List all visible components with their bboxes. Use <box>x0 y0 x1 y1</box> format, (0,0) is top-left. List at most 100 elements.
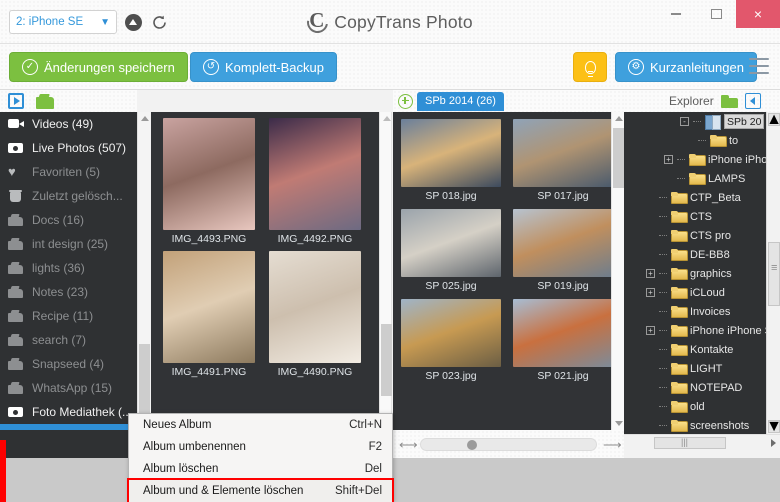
tree-node[interactable]: CTP_Beta <box>624 188 766 207</box>
sidebar-item-from-pc-25[interactable]: from PC (25) <box>0 424 137 430</box>
tree-node[interactable]: + iCLoud <box>624 283 766 302</box>
context-menu-item[interactable]: Album umbenennen F2 <box>129 436 392 458</box>
album-grid-scrollbar[interactable] <box>611 112 624 430</box>
album-context-menu[interactable]: Neues Album Ctrl+N Album umbenennen F2 Album… <box>127 413 394 502</box>
tree-expander[interactable]: - <box>680 117 689 126</box>
eject-device-button[interactable] <box>123 12 143 32</box>
sidebar-item-search-7[interactable]: search (7) <box>0 328 137 352</box>
context-menu-item[interactable]: Neues Album Ctrl+N <box>129 414 392 436</box>
album-photo-grid[interactable]: SP 018.jpg SP 017.jpg SP 025.jpg SP 019.jpg… <box>393 112 611 430</box>
scroll-down-icon[interactable]: ▼ <box>766 418 780 435</box>
scroll-right-icon[interactable] <box>771 439 776 447</box>
shrink-arrows-icon[interactable]: ⟷ <box>399 437 418 452</box>
hamburger-menu-button[interactable] <box>749 58 769 74</box>
plus-circle-icon[interactable] <box>398 93 413 109</box>
photo-cell[interactable]: SP 021.jpg <box>513 299 611 382</box>
tree-node[interactable]: LAMPS <box>624 169 766 188</box>
sidebar-item-favoriten-5[interactable]: ♥ Favoriten (5) <box>0 160 137 184</box>
sidebar-item-live-photos-507[interactable]: Live Photos (507) <box>0 136 137 160</box>
tree-node[interactable]: LIGHT <box>624 359 766 378</box>
scroll-up-icon[interactable] <box>383 116 391 121</box>
sidebar-item-notes-23[interactable]: Notes (23) <box>0 280 137 304</box>
photo-thumbnail[interactable] <box>269 118 361 230</box>
tree-expander[interactable]: + <box>664 155 673 164</box>
scrollbar-thumb[interactable] <box>613 128 624 188</box>
explorer-file-tree[interactable]: - SPb 20 to + iPhone iPhone SE LAMPS CTP_Beta C… <box>624 112 766 434</box>
tree-expander[interactable]: + <box>646 269 655 278</box>
left-grid-scrollbar[interactable] <box>379 112 392 430</box>
collapse-left-icon[interactable] <box>744 93 761 109</box>
device-selector[interactable]: 2: iPhone SE ▼ <box>9 10 117 34</box>
sidebar-item-foto-mediathek[interactable]: Foto Mediathek (... <box>0 400 137 424</box>
photo-thumbnail[interactable] <box>513 209 611 277</box>
photo-thumbnail[interactable] <box>163 118 255 230</box>
tree-node[interactable]: Kontakte <box>624 340 766 359</box>
scrollbar-thumb[interactable] <box>381 324 392 396</box>
zoom-slider-knob[interactable] <box>466 440 477 450</box>
folder-green-icon[interactable] <box>720 94 738 108</box>
sidebar-list[interactable]: Videos (49) Live Photos (507) ♥ Favoriten (… <box>0 112 137 430</box>
photo-thumbnail[interactable] <box>401 299 501 367</box>
tree-node[interactable]: + iPhone iPhone SE <box>624 150 766 169</box>
scroll-up-icon[interactable]: ▲ <box>766 111 780 128</box>
expand-arrows-icon[interactable]: ⟶ <box>603 437 622 452</box>
zoom-slider[interactable] <box>420 437 597 451</box>
tree-node[interactable]: screenshots <box>624 416 766 434</box>
sidebar-item-videos-49[interactable]: Videos (49) <box>0 112 137 136</box>
sidebar-item-zuletzt-gel-sch[interactable]: Zuletzt gelösch... <box>0 184 137 208</box>
tree-row-root[interactable]: - SPb 20 <box>624 112 766 131</box>
tree-node[interactable]: Invoices <box>624 302 766 321</box>
tree-node[interactable]: DE-BB8 <box>624 245 766 264</box>
tree-expander[interactable]: + <box>646 288 655 297</box>
photo-cell[interactable]: SP 018.jpg <box>401 119 501 202</box>
tree-node[interactable]: old <box>624 397 766 416</box>
photo-cell[interactable]: IMG_4492.PNG <box>269 118 361 245</box>
photo-cell[interactable]: SP 019.jpg <box>513 209 611 292</box>
photo-cell[interactable]: SP 017.jpg <box>513 119 611 202</box>
photo-thumbnail[interactable] <box>269 251 361 363</box>
tree-node[interactable]: + graphics <box>624 264 766 283</box>
photo-cell[interactable]: SP 025.jpg <box>401 209 501 292</box>
scroll-up-icon[interactable] <box>141 116 149 121</box>
tree-node[interactable]: CTS <box>624 207 766 226</box>
tree-expander[interactable]: + <box>646 326 655 335</box>
context-menu-item[interactable]: Album und & Elemente löschen Shift+Del <box>127 478 394 502</box>
quick-guides-button[interactable]: ⚙ Kurzanleitungen <box>615 52 757 82</box>
sidebar-item-snapseed-4[interactable]: Snapseed (4) <box>0 352 137 376</box>
scroll-down-icon[interactable] <box>615 421 623 426</box>
hscrollbar-thumb[interactable] <box>654 437 726 449</box>
photo-thumbnail[interactable] <box>513 299 611 367</box>
photo-thumbnail[interactable] <box>401 209 501 277</box>
scroll-up-icon[interactable] <box>615 116 623 121</box>
sidebar-item-docs-16[interactable]: Docs (16) <box>0 208 137 232</box>
device-photo-grid[interactable]: IMG_4493.PNG IMG_4492.PNG IMG_4491.PNG IMG_… <box>151 112 379 430</box>
tree-node-label[interactable]: to <box>729 135 738 147</box>
scrollbar-thumb[interactable] <box>768 242 780 306</box>
photo-cell[interactable]: IMG_4491.PNG <box>163 251 255 378</box>
minimize-button[interactable] <box>656 0 696 28</box>
tree-node[interactable]: CTS pro <box>624 226 766 245</box>
tab-album-spb-2014[interactable]: SPb 2014 (26) <box>417 91 504 111</box>
maximize-button[interactable] <box>696 0 736 28</box>
tips-button[interactable] <box>573 52 607 82</box>
photo-thumbnail[interactable] <box>163 251 255 363</box>
photo-cell[interactable]: IMG_4493.PNG <box>163 118 255 245</box>
sidebar-item-int-design-25[interactable]: int design (25) <box>0 232 137 256</box>
tree-row-child[interactable]: to <box>624 131 766 150</box>
tree-node[interactable]: NOTEPAD <box>624 378 766 397</box>
album-icon[interactable] <box>36 94 54 109</box>
save-changes-button[interactable]: ✓ Änderungen speichern <box>9 52 188 82</box>
sidebar-scrollbar[interactable] <box>137 112 150 430</box>
refresh-button[interactable] <box>149 12 169 32</box>
sidebar-item-whatsapp-15[interactable]: WhatsApp (15) <box>0 376 137 400</box>
sidebar-item-recipe-11[interactable]: Recipe (11) <box>0 304 137 328</box>
tree-node-label[interactable]: SPb 20 <box>724 114 765 129</box>
tree-node[interactable]: + iPhone iPhone SE <box>624 321 766 340</box>
sidebar-item-lights-36[interactable]: lights (36) <box>0 256 137 280</box>
photo-cell[interactable]: IMG_4490.PNG <box>269 251 361 378</box>
context-menu-item[interactable]: Album löschen Del <box>129 458 392 480</box>
full-backup-button[interactable]: ↺ Komplett-Backup <box>190 52 337 82</box>
photo-cell[interactable]: SP 023.jpg <box>401 299 501 382</box>
photo-thumbnail[interactable] <box>513 119 611 187</box>
photo-thumbnail[interactable] <box>401 119 501 187</box>
